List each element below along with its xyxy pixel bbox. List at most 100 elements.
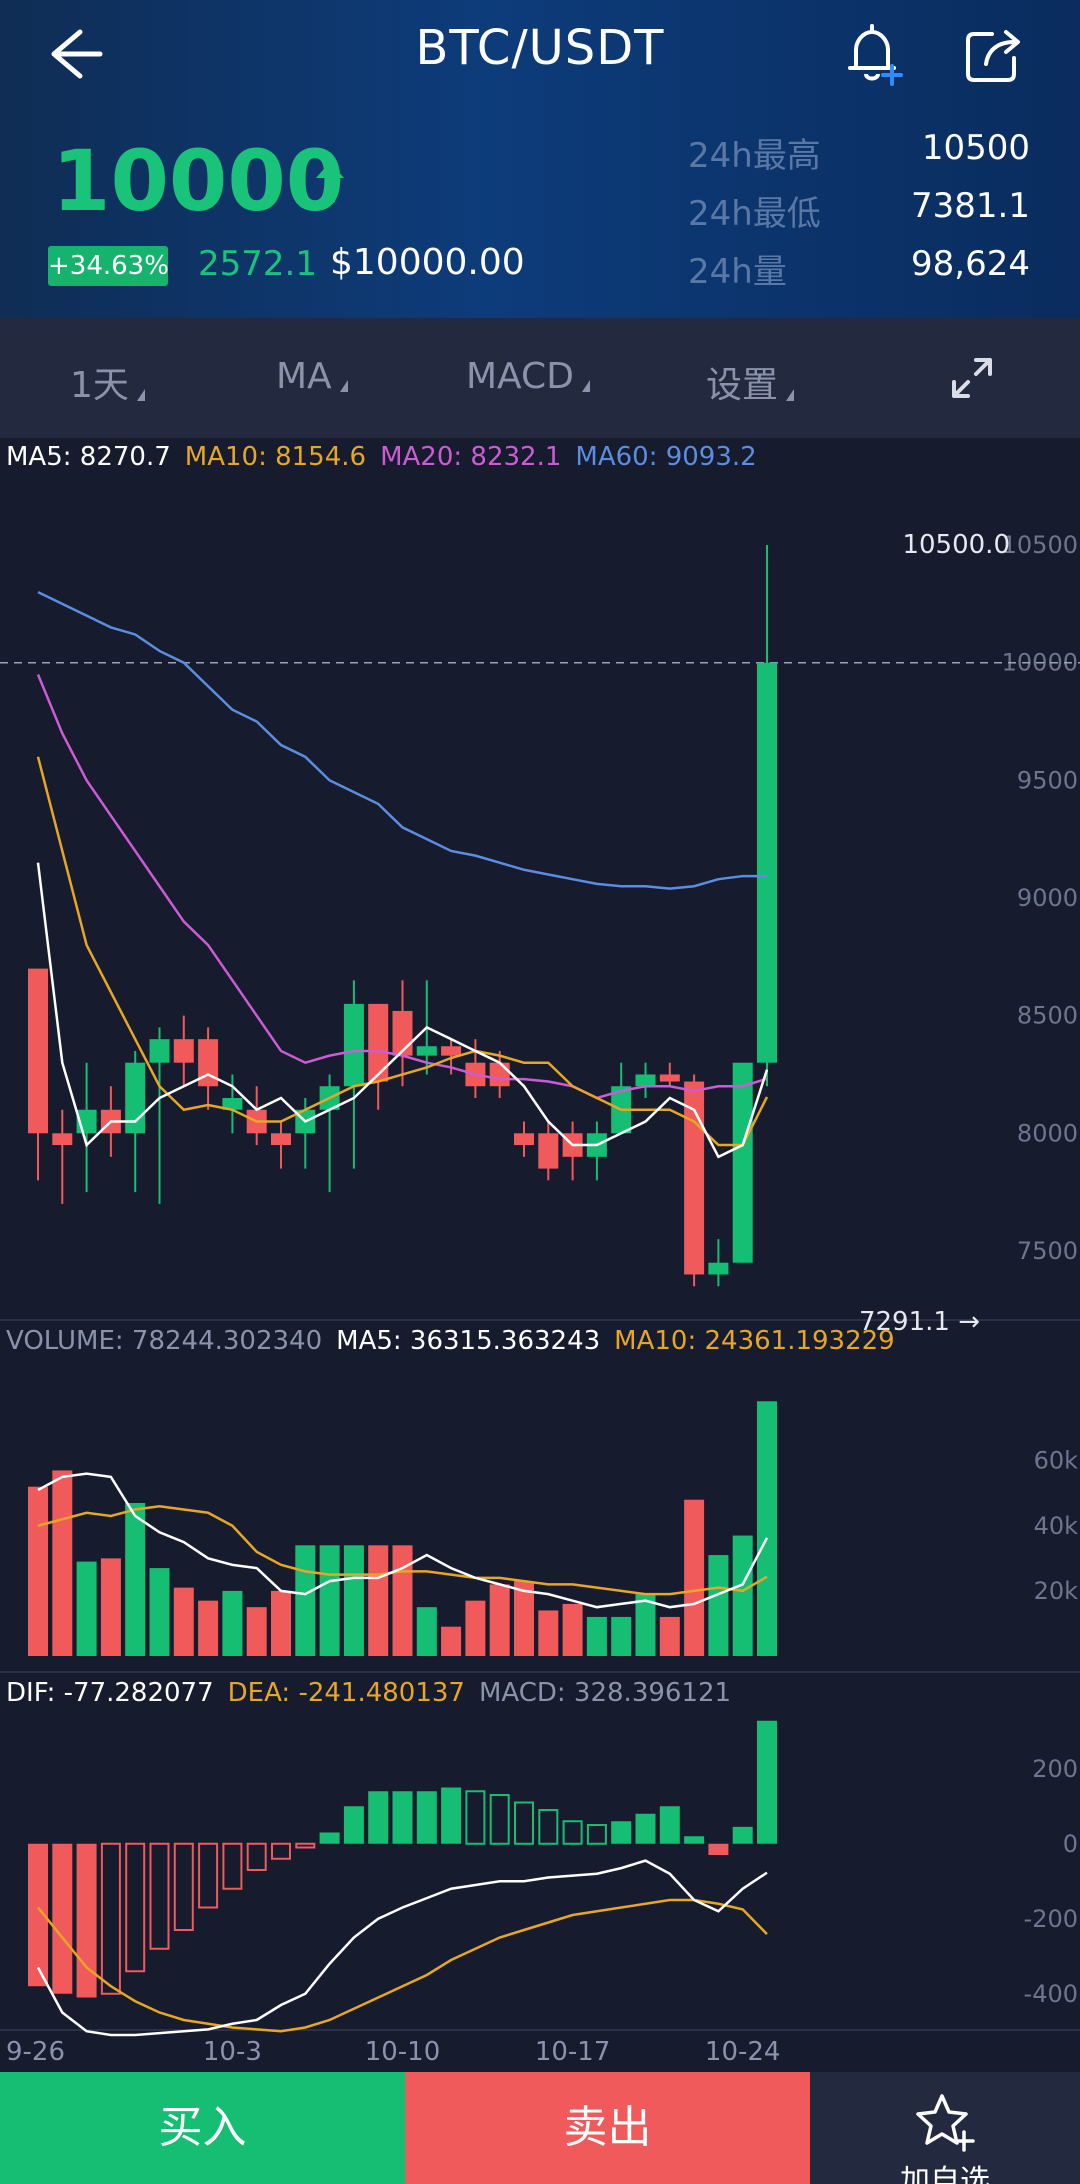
stat-volume-label: 24h量 — [688, 252, 787, 292]
candle-body — [659, 1074, 680, 1082]
macd-axis-label: -400 — [1024, 1980, 1078, 2008]
volume-bar — [757, 1401, 777, 1656]
dif-line — [36, 1859, 768, 2037]
macd-histogram-bar — [538, 1809, 559, 1845]
buy-button[interactable]: 买入 — [0, 2072, 405, 2184]
price-legend-item: MA20: 8232.1 — [380, 442, 562, 472]
sell-button[interactable]: 卖出 — [405, 2072, 810, 2184]
macd-legend-item: MACD: 328.396121 — [478, 1678, 732, 1708]
candle-body — [732, 1062, 753, 1263]
volume-bar — [611, 1616, 632, 1656]
app-screen: BTC/USDT 10000 +34.63% 2572.1 $10000.00 … — [0, 0, 1080, 2184]
price-axis-label: 9000 — [1017, 884, 1078, 912]
market-header: BTC/USDT 10000 +34.63% 2572.1 $10000.00 … — [0, 0, 1080, 318]
stat-volume-value: 98,624 — [911, 244, 1030, 284]
macd-histogram-bar — [368, 1791, 389, 1844]
tool-interval[interactable]: 1天 — [70, 356, 145, 408]
nav-bar: BTC/USDT — [0, 0, 1080, 100]
date-axis-label: 10-10 — [365, 2037, 441, 2067]
macd-histogram-bar — [416, 1791, 437, 1844]
candle-body — [271, 1133, 291, 1146]
tool-macd[interactable]: MACD — [466, 356, 590, 397]
macd-histogram-bar — [222, 1842, 243, 1890]
volume-axis-label: 60k — [1034, 1447, 1079, 1475]
volume-axis-label: 20k — [1034, 1577, 1079, 1605]
macd-histogram-bar — [173, 1842, 194, 1931]
kline-chart-area[interactable]: MA5: 8270.7 MA10: 8154.6 MA20: 8232.1 MA60:… — [0, 438, 1080, 2072]
volume-bar — [28, 1486, 48, 1656]
bell-plus-icon[interactable] — [842, 22, 906, 86]
candle-body — [757, 662, 777, 1063]
candle-body — [538, 1133, 559, 1169]
stat-low-value: 7381.1 — [911, 186, 1030, 226]
stat-high-value: 10500 — [921, 128, 1030, 168]
volume-bar — [319, 1545, 340, 1656]
volume-bar — [246, 1607, 267, 1656]
price-legend: MA5: 8270.7 MA10: 8154.6 MA20: 8232.1 MA60:… — [6, 442, 771, 472]
candle-body — [173, 1039, 194, 1063]
add-favorite-button[interactable]: 加自选 — [810, 2072, 1080, 2184]
macd-histogram-bar — [125, 1842, 146, 1973]
stat-high-label: 24h最高 — [688, 136, 821, 176]
volume-bar — [125, 1502, 146, 1656]
volume-bar — [295, 1545, 316, 1656]
candle-body — [343, 1003, 364, 1087]
tool-settings-label: 设置 — [706, 365, 779, 406]
macd-histogram-bar — [198, 1842, 219, 1909]
macd-histogram-bar — [684, 1836, 705, 1844]
candle-body — [392, 1010, 413, 1056]
macd-histogram-bar — [465, 1790, 486, 1845]
macd-histogram-bar — [295, 1842, 316, 1849]
change-amount: 2572.1 — [198, 244, 317, 284]
macd-histogram-bar — [441, 1787, 462, 1844]
kline-chart[interactable]: 10500100009500900085008000750010500.0729… — [0, 438, 1080, 2072]
stat-low-label: 24h最低 — [688, 194, 821, 234]
volume-legend-item: VOLUME: 78244.302340 — [6, 1326, 323, 1356]
price-usd: $10000.00 — [330, 242, 525, 283]
price-legend-item: MA60: 9093.2 — [575, 442, 757, 472]
date-axis-label: 9-26 — [6, 2037, 65, 2067]
volume-bar — [76, 1561, 97, 1656]
date-axis-label: 10-17 — [535, 2037, 611, 2067]
price-axis-label: 8000 — [1017, 1119, 1078, 1147]
share-icon[interactable] — [962, 22, 1026, 86]
candle-body — [52, 1133, 73, 1146]
macd-histogram-bar — [246, 1842, 267, 1871]
dea-line — [37, 1898, 768, 2033]
volume-bar — [271, 1590, 291, 1656]
caret-icon — [136, 389, 145, 401]
date-axis-label: 10-24 — [705, 2037, 781, 2067]
macd-legend-item: DEA: -241.480137 — [227, 1678, 465, 1708]
volume-bar — [684, 1499, 705, 1656]
volume-bar — [343, 1545, 364, 1656]
date-axis-label: 10-3 — [203, 2037, 262, 2067]
star-plus-icon — [916, 2094, 975, 2152]
macd-axis-label: 0 — [1063, 1830, 1078, 1858]
volume-bar — [173, 1587, 194, 1656]
price-axis-label: 7500 — [1017, 1237, 1078, 1265]
last-price: 10000 — [52, 132, 345, 230]
candle-body — [368, 1003, 389, 1082]
candle-body — [514, 1133, 534, 1146]
expand-icon[interactable] — [950, 356, 994, 400]
add-favorite-label: 加自选 — [900, 2164, 990, 2184]
tool-interval-label: 1天 — [70, 365, 129, 406]
macd-histogram-bar — [757, 1720, 777, 1844]
candle-body — [708, 1262, 729, 1275]
macd-axis-label: 200 — [1032, 1755, 1078, 1783]
change-percent-badge: +34.63% — [48, 246, 169, 286]
volume-bar — [149, 1568, 170, 1656]
volume-bar — [52, 1470, 73, 1656]
volume-bar — [489, 1584, 510, 1656]
tool-ma[interactable]: MA — [276, 356, 348, 397]
volume-bar — [465, 1600, 486, 1656]
price-legend-item: MA10: 8154.6 — [184, 442, 367, 472]
price-axis-label: 9500 — [1017, 766, 1078, 794]
price-legend-item: MA5: 8270.7 — [6, 442, 171, 472]
volume-bar — [708, 1555, 729, 1656]
caret-icon — [786, 389, 795, 401]
macd-histogram-bar — [52, 1843, 73, 1994]
volume-bar — [368, 1545, 389, 1656]
chart-toolbar: 1天 MA MACD 设置 — [0, 318, 1080, 438]
tool-settings[interactable]: 设置 — [706, 356, 795, 408]
